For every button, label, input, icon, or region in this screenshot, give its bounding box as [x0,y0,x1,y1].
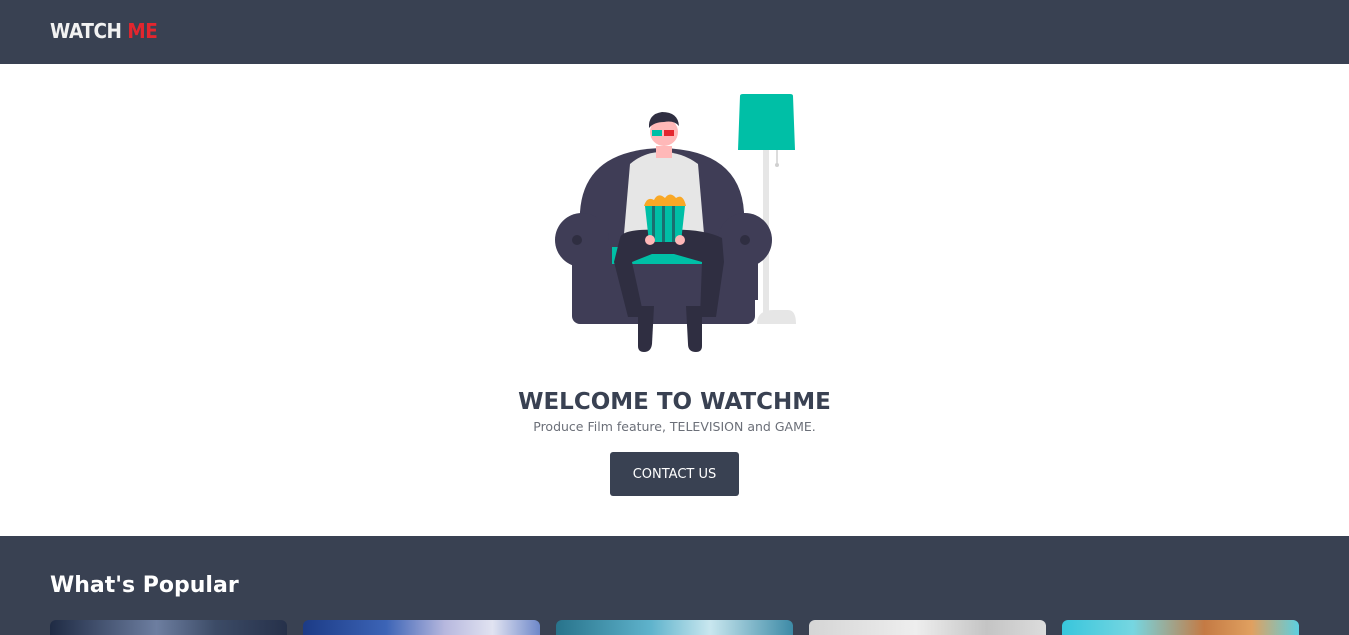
navbar: WATCH ME [0,0,1349,64]
popular-heading: What's Popular [50,573,239,598]
poster-card[interactable] [303,620,540,635]
hero-title: WELCOME TO WATCHME [518,389,831,415]
brand-logo[interactable]: WATCH ME [50,18,158,44]
poster-card[interactable] [50,620,287,635]
hero-subtitle: Produce Film feature, TELEVISION and GAM… [533,419,816,434]
poster-card[interactable] [556,620,793,635]
poster-card[interactable] [809,620,1046,635]
contact-us-button[interactable]: CONTACT US [610,452,739,496]
person-watching-movie-illustration [555,94,796,352]
logo-text-me: ME [127,19,158,43]
logo-text-watch: WATCH [50,19,122,43]
poster-card[interactable] [1062,620,1299,635]
popular-section: What's Popular [0,536,1349,635]
